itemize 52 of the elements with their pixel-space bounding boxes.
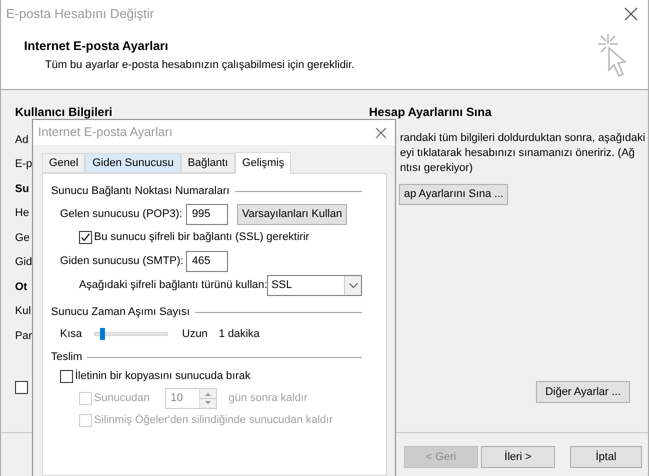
slider-label: Uzun [182, 326, 208, 342]
field-label: Aşağıdaki şifreli bağlantı türünü kullan: [79, 278, 268, 294]
footer-button[interactable]: İptal [570, 446, 642, 468]
field-label: Ad [15, 132, 28, 148]
section-heading: Kullanıcı Bilgileri [15, 104, 112, 121]
section-heading: Hesap Ayarlarını Sına [369, 104, 492, 121]
dialog-title: Internet E-posta Ayarları [38, 124, 173, 142]
tab[interactable]: Bağlantı [180, 153, 236, 173]
close-icon[interactable] [375, 126, 387, 138]
tab[interactable]: Giden Sunucusu [85, 153, 181, 173]
input-field[interactable]: 465 [186, 250, 228, 272]
header-subtitle: Tüm bu ayarlar e-posta hesabınızın çalışabilmesi için gereklidir. [44, 58, 354, 73]
group-heading: Sunucu Zaman Aşımı Sayısı [51, 304, 190, 320]
instruction-text: randaki tüm bilgileri doldurduktan sonra, aşağıdaki eyi tıklatarak hesabınızı sınamanızı öneririz. (Ağ ntısı gerekiyor) [400, 131, 646, 176]
window-title: E-posta Hesabını Değiştir [6, 5, 154, 24]
checkbox-label: Silinmiş Öğeler'den silindiğinde sunucudan kaldır [94, 412, 333, 428]
checkbox-label: Bu sunucu şifreli bir bağlantı (SSL) gerektirir [94, 230, 310, 245]
field-label: Kul [15, 304, 31, 319]
tab[interactable]: Genel [42, 153, 86, 173]
field-label: Ge [15, 230, 30, 246]
section-heading: Ot [15, 280, 28, 294]
input-field[interactable]: 995 [186, 204, 228, 224]
more-settings-button[interactable]: Diğer Ayarlar ... [536, 381, 630, 403]
field-label: Gelen sunucusu (POP3): [60, 206, 184, 222]
field-label: Giden sunucusu (SMTP): [60, 254, 184, 269]
spinner-arrows-icon[interactable] [198, 389, 216, 408]
close-icon[interactable] [624, 7, 638, 21]
slider-thumb[interactable] [100, 328, 106, 340]
dropdown-value: SSL [271, 278, 292, 294]
field-label: E-p [15, 157, 32, 172]
encryption-dropdown[interactable]: SSL [267, 275, 362, 296]
spinner-value: 10 [170, 391, 184, 406]
field-label: Par [15, 328, 32, 344]
footer-button[interactable]: İleri > [481, 446, 555, 468]
checkbox-label: İletinin bir kopyasını sunucuda bırak [75, 368, 250, 384]
checkbox[interactable] [60, 370, 73, 383]
header-title: Internet E-posta Ayarları [24, 38, 170, 55]
section-heading: Su [15, 182, 30, 196]
defaults-button[interactable]: Varsayılanları Kullan [237, 204, 348, 224]
checkbox[interactable] [15, 381, 28, 394]
field-label: Gid [15, 255, 32, 270]
timeout-reading: 1 dakika [218, 326, 260, 342]
tab[interactable]: Gelişmiş [235, 152, 292, 174]
test-settings-button[interactable]: ap Ayarlarını Sına ... [399, 184, 508, 205]
group-heading: Teslim [51, 350, 82, 365]
slider-label: Kısa [60, 326, 84, 342]
field-label: He [15, 206, 30, 221]
checkbox[interactable] [79, 230, 92, 244]
field-label: gün sonra kaldır [228, 391, 308, 406]
group-heading: Sunucu Bağlantı Noktası Numaraları [51, 184, 230, 199]
checkbox-label: Sunucudan [94, 391, 150, 406]
caret-icon[interactable] [344, 276, 361, 295]
